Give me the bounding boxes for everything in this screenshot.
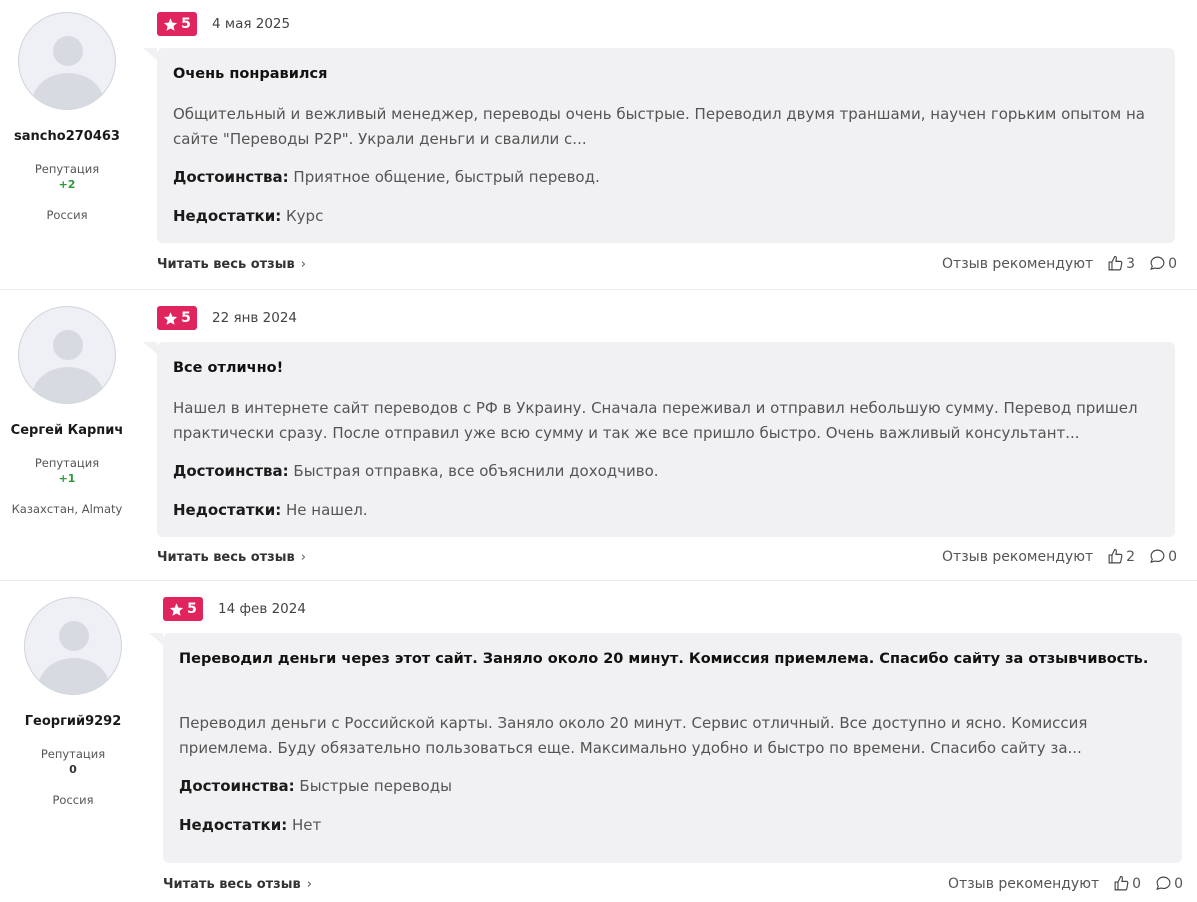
rating-value: 5 [187, 601, 197, 617]
review-title[interactable]: Переводил деньги через этот сайт. Заняло… [179, 649, 1164, 669]
avatar[interactable] [18, 306, 116, 404]
cons-label: Недостатки: [173, 207, 282, 225]
review-title[interactable]: Все отлично! [173, 358, 1157, 378]
pros-text: Быстрая отправка, все объяснили доходчив… [293, 462, 659, 480]
comment-count: 0 [1168, 548, 1177, 565]
review-card: sancho270463 Репутация +2 Россия 5 4 мая… [0, 0, 1197, 290]
reputation-label: Репутация [40, 747, 106, 761]
avatar[interactable] [24, 597, 122, 695]
pros-label: Достоинства: [173, 168, 289, 186]
review-cons: Недостатки: Нет [179, 815, 1164, 835]
comment-bubble-icon [1150, 549, 1165, 564]
like-button[interactable]: 0 [1113, 875, 1141, 892]
comment-count: 0 [1168, 255, 1177, 272]
review-cons: Недостатки: Курс [173, 206, 1157, 226]
review-date: 22 янв 2024 [212, 310, 298, 326]
cons-text: Не нашел. [286, 501, 368, 519]
rating-badge: 5 [157, 12, 197, 36]
review-text: Переводил деньги с Российской карты. Зан… [179, 714, 1088, 757]
cons-label: Недостатки: [173, 501, 282, 519]
cons-label: Недостатки: [179, 816, 288, 834]
thumbs-up-icon [1108, 255, 1123, 271]
review-text: Нашел в интернете сайт переводов с РФ в … [173, 399, 1138, 442]
like-count: 3 [1126, 255, 1136, 272]
username[interactable]: sancho270463 [0, 129, 134, 144]
user-location: Россия [46, 208, 88, 222]
reputation-value: 0 [69, 763, 77, 776]
comment-count: 0 [1174, 875, 1183, 892]
star-icon [164, 311, 178, 325]
recommend-label: Отзыв рекомендуют [948, 875, 1100, 892]
pros-label: Достоинства: [173, 462, 289, 480]
chevron-right-icon: › [300, 257, 306, 272]
review-actions: Отзыв рекомендуют 0 0 [948, 875, 1183, 892]
comment-bubble-icon [1150, 256, 1165, 271]
star-icon [170, 602, 184, 616]
thumbs-up-icon [1114, 875, 1129, 891]
recommend-label: Отзыв рекомендуют [942, 548, 1094, 565]
review-pros: Достоинства: Быстрая отправка, все объяс… [173, 461, 1157, 481]
review-cons: Недостатки: Не нашел. [173, 500, 1157, 520]
read-full-review-link[interactable]: Читать весь отзыв › [157, 550, 306, 565]
read-full-review-link[interactable]: Читать весь отзыв › [157, 257, 306, 272]
reputation-label: Репутация [34, 456, 100, 470]
reputation-label: Репутация [34, 162, 100, 176]
review-date: 4 мая 2025 [212, 16, 291, 32]
reputation-value: +1 [58, 472, 76, 485]
review-title[interactable]: Очень понравился [173, 64, 1157, 84]
read-more-label: Читать весь отзыв [163, 877, 301, 892]
review-text: Общительный и вежливый менеджер, перевод… [173, 105, 1145, 148]
like-button[interactable]: 3 [1107, 255, 1135, 272]
review-body: Переводил деньги через этот сайт. Заняло… [149, 633, 1182, 863]
avatar[interactable] [18, 12, 116, 110]
cons-text: Курс [286, 207, 324, 225]
user-location: Россия [52, 793, 94, 807]
chevron-right-icon: › [300, 550, 306, 565]
chevron-right-icon: › [306, 877, 312, 892]
comment-button[interactable]: 0 [1149, 548, 1177, 565]
pros-text: Приятное общение, быстрый перевод. [293, 168, 600, 186]
comment-bubble-icon [1156, 876, 1171, 891]
comment-button[interactable]: 0 [1155, 875, 1183, 892]
username[interactable]: Сергей Карпич [0, 423, 134, 438]
reputation-value: +2 [58, 178, 76, 191]
star-icon [164, 17, 178, 31]
review-card: Георгий9292 Репутация 0 Россия 5 14 фев … [0, 585, 1197, 902]
like-count: 0 [1132, 875, 1142, 892]
rating-badge: 5 [157, 306, 197, 330]
comment-button[interactable]: 0 [1149, 255, 1177, 272]
user-location: Казахстан, Almaty [11, 502, 123, 516]
review-actions: Отзыв рекомендуют 2 0 [942, 548, 1177, 565]
cons-text: Нет [292, 816, 322, 834]
review-date: 14 фев 2024 [218, 601, 306, 617]
review-pros: Достоинства: Быстрые переводы [179, 776, 1164, 796]
pros-label: Достоинства: [179, 777, 295, 795]
read-full-review-link[interactable]: Читать весь отзыв › [163, 877, 312, 892]
read-more-label: Читать весь отзыв [157, 257, 295, 272]
review-card: Сергей Карпич Репутация +1 Казахстан, Al… [0, 294, 1197, 581]
review-body: Все отлично! Нашел в интернете сайт пере… [143, 342, 1175, 537]
rating-value: 5 [181, 16, 191, 32]
review-body: Очень понравился Общительный и вежливый … [143, 48, 1175, 243]
review-pros: Достоинства: Приятное общение, быстрый п… [173, 167, 1157, 187]
rating-value: 5 [181, 310, 191, 326]
review-actions: Отзыв рекомендуют 3 0 [942, 255, 1177, 272]
rating-badge: 5 [163, 597, 203, 621]
read-more-label: Читать весь отзыв [157, 550, 295, 565]
thumbs-up-icon [1108, 548, 1123, 564]
recommend-label: Отзыв рекомендуют [942, 255, 1094, 272]
pros-text: Быстрые переводы [299, 777, 452, 795]
like-button[interactable]: 2 [1107, 548, 1135, 565]
like-count: 2 [1126, 548, 1136, 565]
username[interactable]: Георгий9292 [6, 714, 140, 729]
